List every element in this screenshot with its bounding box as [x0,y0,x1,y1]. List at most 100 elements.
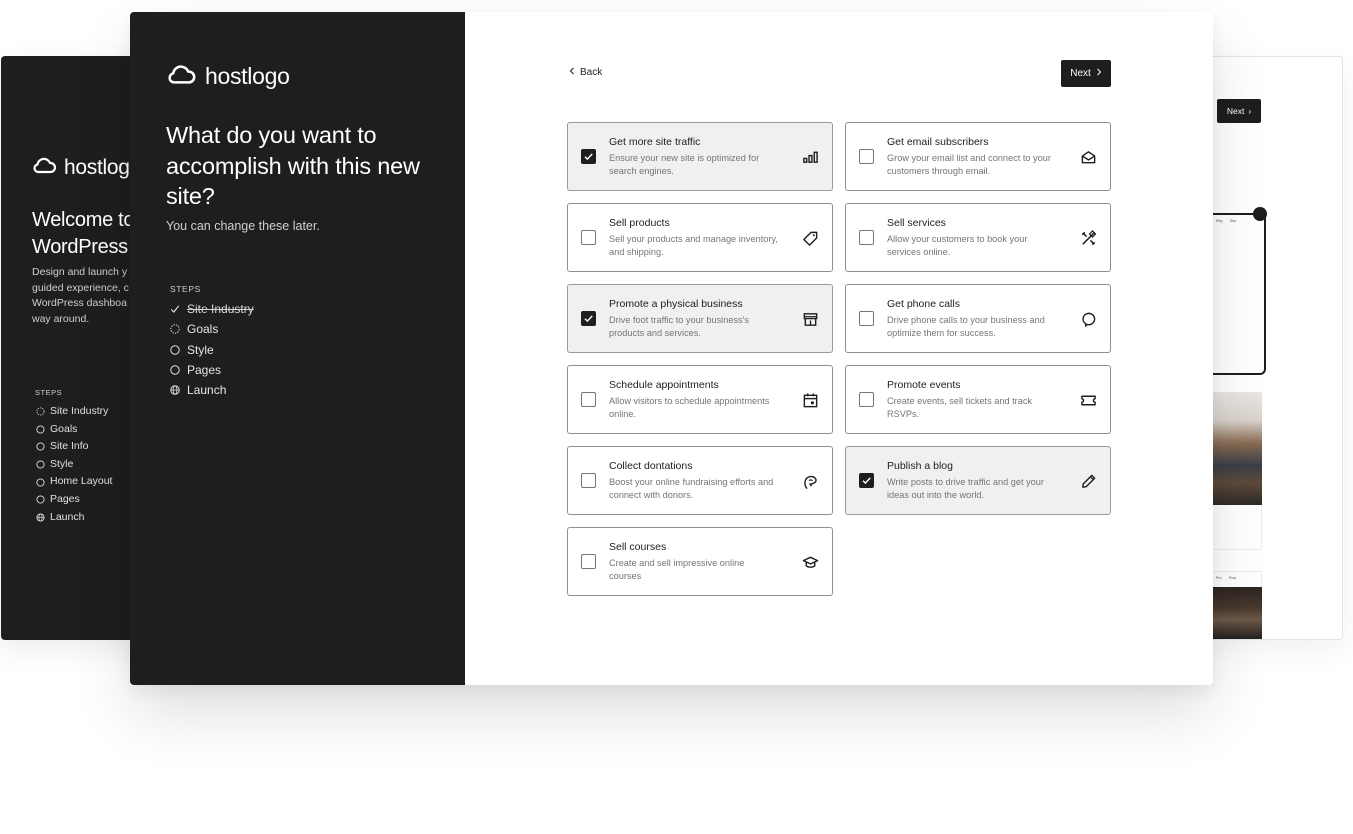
globe-icon [35,513,45,522]
goal-title: Schedule appointments [609,379,719,391]
mini-nav-item: Reg [1216,219,1223,223]
sidebar: hostlogo What do you want to accomplish … [130,12,465,685]
steps-heading: STEPS [170,284,201,294]
goal-card-sell-courses[interactable]: Sell courses Create and sell impressive … [567,527,833,596]
goal-card-physical-business[interactable]: Promote a physical business Drive foot t… [567,284,833,353]
goal-card-collect-donations[interactable]: Collect dontations Boost your online fun… [567,446,833,515]
page-subtitle: You can change these later. [166,219,320,233]
goal-card-phone-calls[interactable]: Get phone calls Drive phone calls to you… [845,284,1111,353]
circle-icon [170,345,180,355]
goal-checkbox[interactable] [859,230,874,245]
mini-nav-item: Prac [1229,576,1237,580]
goals-panel: Back Next Get more site traffic Ensure y… [465,12,1213,685]
goal-card-site-traffic[interactable]: Get more site traffic Ensure your new si… [567,122,833,191]
goal-description: Write posts to drive traffic and get you… [887,477,1044,501]
donation-hand-icon [802,473,819,490]
step-site-industry[interactable]: Site Industry [170,299,254,319]
pencil-icon [1080,473,1097,490]
ticket-icon [1080,392,1097,409]
goal-description: Drive phone calls to your business and o… [887,315,1045,339]
goal-title: Collect dontations [609,460,693,472]
goal-title: Sell products [609,217,670,229]
steps-heading: STEPS [35,388,63,397]
step-item: Style [35,456,112,474]
goal-title: Get phone calls [887,298,960,310]
next-button: Next › [1217,99,1261,123]
goal-description: Grow your email list and connect to your… [887,153,1051,177]
goal-checkbox[interactable] [859,473,874,488]
goal-description: Sell your products and manage inventory,… [609,234,778,258]
circle-icon [35,442,45,452]
circle-icon [35,495,45,504]
goal-checkbox[interactable] [581,230,596,245]
step-launch[interactable]: Launch [170,380,254,400]
dotted-circle-icon [35,407,45,416]
globe-icon [170,385,180,396]
goal-checkbox[interactable] [581,554,596,569]
goal-checkbox[interactable] [581,473,596,488]
device-camera-dot [1253,207,1267,221]
mini-nav-item: Stor [1230,219,1237,223]
speech-bubble-icon [1080,311,1097,328]
brand-logo: hostlogo [166,62,290,91]
graduation-cap-icon [802,554,819,571]
goal-card-schedule-appointments[interactable]: Schedule appointments Allow visitors to … [567,365,833,434]
goal-title: Get more site traffic [609,136,701,148]
goal-checkbox[interactable] [581,392,596,407]
envelope-open-icon [1080,149,1097,166]
circle-icon [35,425,45,434]
calendar-icon [802,392,819,409]
goal-description: Allow visitors to schedule appointments … [609,396,770,420]
goal-checkbox[interactable] [859,149,874,164]
goal-title: Promote a physical business [609,298,743,310]
check-icon [170,304,180,314]
tools-icon [1080,230,1097,247]
chevron-right-icon: › [1248,106,1252,116]
goal-description: Create events, sell tickets and track RS… [887,396,1033,420]
price-tag-icon [802,230,819,247]
circle-icon [35,478,45,487]
step-goals[interactable]: Goals [170,319,254,339]
steps-list: STEPS Site Industry Goals Style Pages La… [170,284,254,400]
circle-icon [35,460,45,469]
step-item: Site Industry [35,403,112,421]
goal-card-email-subscribers[interactable]: Get email subscribers Grow your email li… [845,122,1111,191]
goal-card-promote-events[interactable]: Promote events Create events, sell ticke… [845,365,1111,434]
goal-checkbox[interactable] [859,392,874,407]
goal-title: Publish a blog [887,460,953,472]
goal-title: Sell courses [609,541,667,553]
checkmark-icon [584,153,593,161]
dotted-circle-icon [170,324,180,335]
onboarding-window: hostlogo What do you want to accomplish … [130,12,1213,685]
goal-description: Ensure your new site is optimized for se… [609,153,760,177]
goal-checkbox[interactable] [581,149,596,164]
goal-card-sell-services[interactable]: Sell services Allow your customers to bo… [845,203,1111,272]
circle-icon [170,365,180,375]
step-item: Launch [35,509,112,527]
step-pages[interactable]: Pages [170,360,254,380]
step-item: Goals [35,421,112,439]
step-item: Home Layout [35,473,112,491]
cloud-icon [166,62,196,91]
step-item: Site Info [35,438,112,456]
goal-checkbox[interactable] [859,311,874,326]
back-button[interactable]: Back [569,67,602,78]
goal-title: Get email subscribers [887,136,989,148]
goal-checkbox[interactable] [581,311,596,326]
goal-card-sell-products[interactable]: Sell products Sell your products and man… [567,203,833,272]
step-style[interactable]: Style [170,340,254,360]
goal-description: Create and sell impressive online course… [609,558,745,582]
goal-title: Sell services [887,217,946,229]
brand-logo: hostlog [32,155,130,180]
next-button[interactable]: Next [1061,60,1111,87]
welcome-title: Welcome to WordPress [32,209,135,258]
checkmark-icon [584,315,593,323]
brand-name: hostlog [64,155,130,179]
brand-name: hostlogo [205,63,290,89]
page-title: What do you want to accomplish with this… [166,122,420,209]
cloud-icon [32,155,57,180]
chart-bars-icon [802,149,819,166]
goal-description: Drive foot traffic to your business's pr… [609,315,749,339]
checkmark-icon [862,477,871,485]
goal-card-publish-blog[interactable]: Publish a blog Write posts to drive traf… [845,446,1111,515]
